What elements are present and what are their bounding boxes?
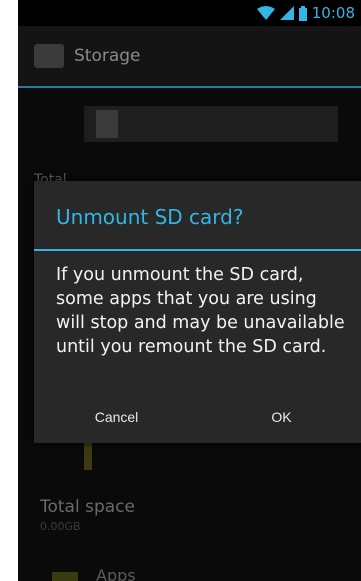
signal-icon [279, 6, 294, 20]
cancel-button[interactable]: Cancel [34, 391, 199, 443]
ok-button[interactable]: OK [199, 391, 361, 443]
action-bar: Storage [18, 26, 361, 88]
banner-icon [96, 110, 118, 138]
phone-screen: 10:08 Storage Total Total space 0.00GB A… [18, 0, 361, 581]
wifi-icon [256, 6, 275, 20]
apps-color-swatch [52, 572, 78, 581]
storage-banner [84, 106, 338, 142]
status-time: 10:08 [311, 4, 355, 22]
dialog-divider [34, 249, 361, 251]
total-space-value: 0.00GB [40, 520, 81, 533]
apps-label[interactable]: Apps [96, 566, 136, 581]
dialog-button-bar: Cancel OK [34, 391, 361, 443]
action-bar-title: Storage [74, 46, 141, 66]
total-space-label: Total space [40, 497, 135, 517]
storage-app-icon[interactable] [34, 44, 64, 68]
dialog-message: If you unmount the SD card, some apps th… [56, 265, 345, 357]
status-bar: 10:08 [18, 0, 361, 26]
unmount-dialog: Unmount SD card? If you unmount the SD c… [34, 181, 361, 443]
battery-icon [298, 5, 307, 21]
dialog-title: Unmount SD card? [56, 205, 244, 229]
